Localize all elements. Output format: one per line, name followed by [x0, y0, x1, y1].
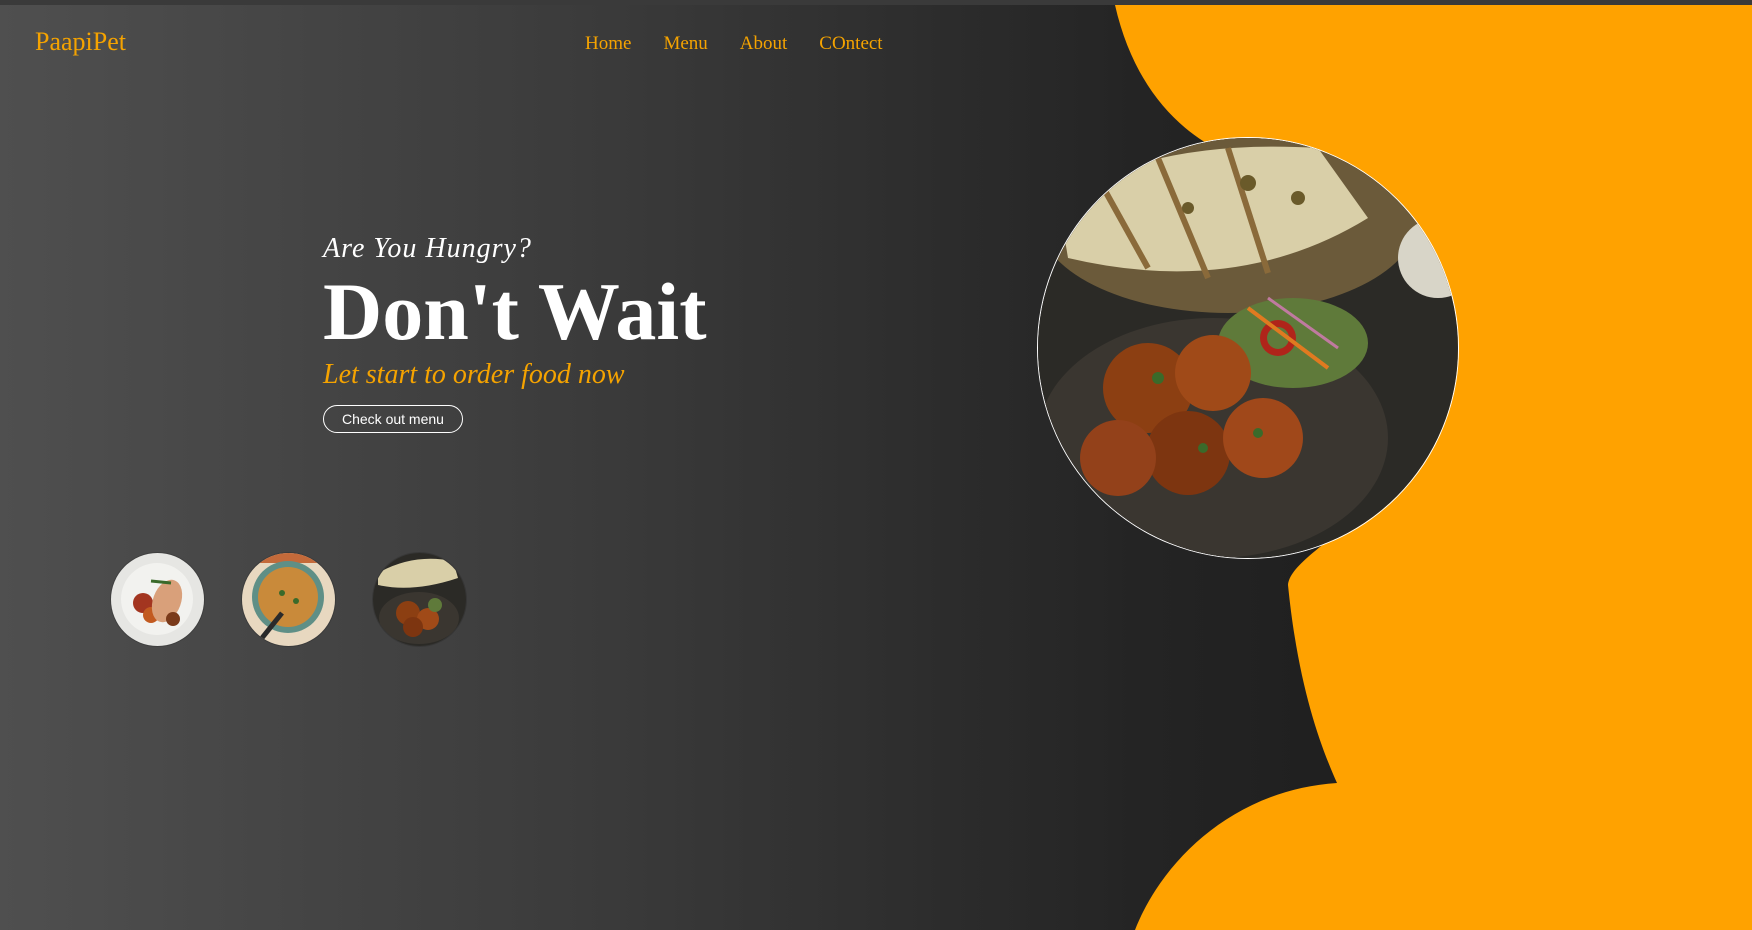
- check-out-menu-button[interactable]: Check out menu: [323, 405, 463, 433]
- brand-logo[interactable]: PaapiPet: [35, 27, 126, 57]
- grilled-chicken-image: [111, 553, 204, 646]
- main-nav: Home Menu About COntect: [585, 33, 883, 55]
- main-food-image: [1037, 137, 1459, 559]
- hero-title: Don't Wait: [323, 266, 707, 357]
- pakora-platter-image: [373, 553, 466, 646]
- biryani-image: [242, 553, 335, 646]
- hero-section: PaapiPet Home Menu About COntect Are You…: [0, 5, 1752, 930]
- pakora-platter-thumbnail[interactable]: [373, 553, 466, 646]
- food-platter-illustration: [1038, 138, 1458, 558]
- nav-home-link[interactable]: Home: [585, 33, 631, 55]
- orange-wave-shape: [1115, 5, 1752, 930]
- hero-tagline: Let start to order food now: [323, 359, 625, 390]
- hero-text-block: Are You Hungry? Don't Wait Let start to …: [323, 233, 707, 433]
- nav-about-link[interactable]: About: [740, 33, 788, 55]
- grilled-chicken-thumbnail[interactable]: [111, 553, 204, 646]
- biryani-thumbnail[interactable]: [242, 553, 335, 646]
- nav-menu-link[interactable]: Menu: [663, 33, 707, 55]
- nav-contact-link[interactable]: COntect: [819, 33, 882, 55]
- dish-thumbnails: [111, 553, 466, 646]
- hero-kicker: Are You Hungry?: [323, 233, 532, 264]
